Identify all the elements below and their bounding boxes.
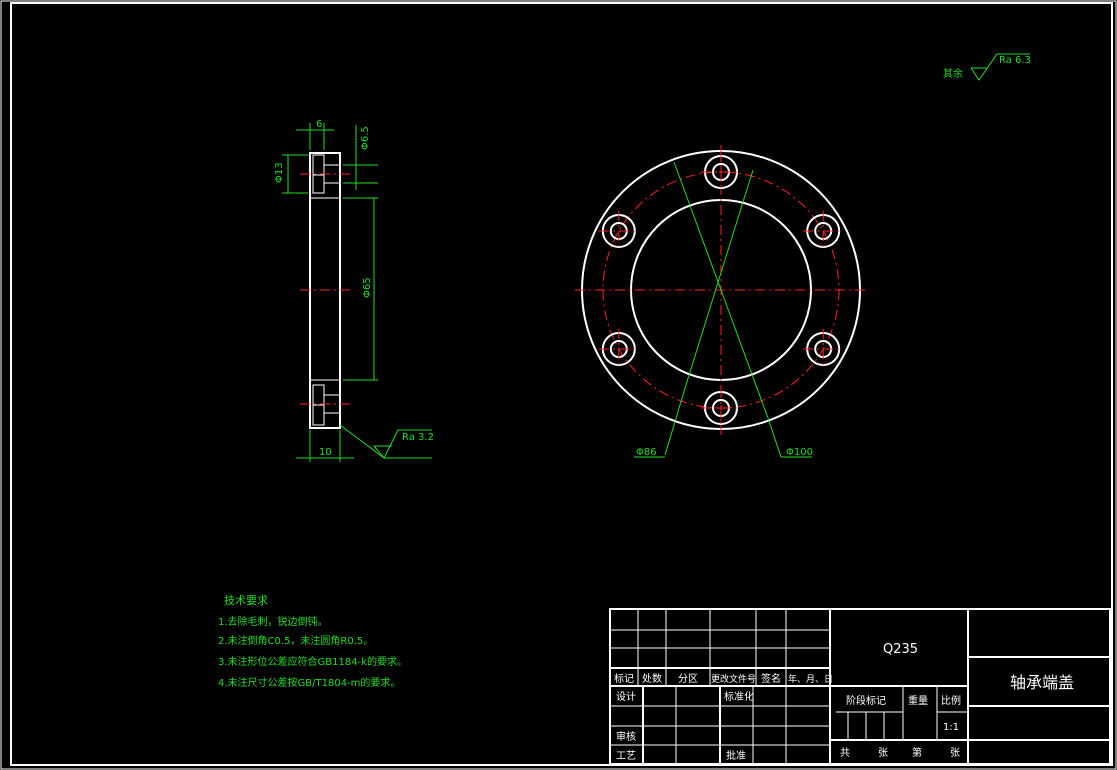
drawing-sheet: 其余 Ra 6.3 6 Φ6.5 Φ13 Φ65 10 Ra 3.2 Φ86 Φ…	[0, 0, 1117, 770]
label-total: 共	[840, 747, 850, 759]
tech-item-1: 1.去除毛刺，锐边倒钝。	[218, 615, 328, 628]
label-standard: 标准化	[724, 690, 754, 703]
tech-title: 技术要求	[224, 594, 268, 607]
hdr-docno: 更改文件号	[711, 673, 756, 685]
dim-hole-small: Φ6.5	[360, 126, 371, 150]
material: Q235	[883, 642, 918, 657]
inner-border	[10, 2, 1113, 766]
hdr-zone: 分区	[678, 673, 698, 685]
label-sheets: 张	[878, 747, 888, 759]
label-stage: 阶段标记	[846, 694, 886, 707]
label-page: 第	[912, 746, 922, 759]
dim-width: 6	[316, 119, 322, 130]
tech-item-3: 3.未注形位公差应符合GB1184-k的要求。	[218, 655, 407, 668]
hdr-date: 年、月、日	[788, 673, 833, 685]
dim-pcd: Φ86	[636, 447, 657, 458]
dim-hole-big: Φ13	[274, 162, 285, 183]
label-scale: 比例	[941, 694, 961, 707]
hdr-sign: 签名	[761, 672, 781, 685]
hdr-mark: 标记	[614, 673, 634, 685]
side-roughness-value: Ra 3.2	[402, 432, 434, 443]
scale-value: 1:1	[943, 722, 959, 733]
other-roughness-value: Ra 6.3	[999, 55, 1031, 66]
label-weight: 重量	[908, 694, 928, 707]
outer-border	[0, 0, 1117, 770]
bolt-hole	[598, 329, 639, 369]
label-design: 设计	[616, 690, 636, 703]
label-sheet2: 张	[950, 747, 960, 759]
dim-outer: Φ100	[786, 447, 813, 458]
bolt-hole	[701, 388, 741, 428]
bolt-hole	[701, 152, 741, 192]
bolt-hole	[598, 211, 639, 251]
dim-bore: Φ65	[362, 277, 373, 298]
tech-item-2: 2.未注倒角C0.5，未注圆角R0.5。	[218, 634, 373, 647]
hdr-count: 处数	[642, 672, 662, 685]
other-roughness-label: 其余	[943, 67, 963, 80]
bolt-hole	[803, 211, 844, 251]
bolt-hole	[803, 329, 844, 369]
label-process: 工艺	[616, 750, 636, 762]
side-view	[300, 152, 350, 429]
tech-item-4: 4.未注尺寸公差按GB/T1804-m的要求。	[218, 676, 400, 689]
front-view	[575, 145, 868, 458]
tech-requirements: 技术要求 1.去除毛刺，锐边倒钝。 2.未注倒角C0.5，未注圆角R0.5。 3…	[218, 594, 407, 689]
label-approve: 批准	[726, 749, 746, 762]
part-name: 轴承端盖	[1010, 673, 1074, 692]
dim-bottom: 10	[319, 447, 332, 458]
label-review: 审核	[616, 730, 636, 743]
